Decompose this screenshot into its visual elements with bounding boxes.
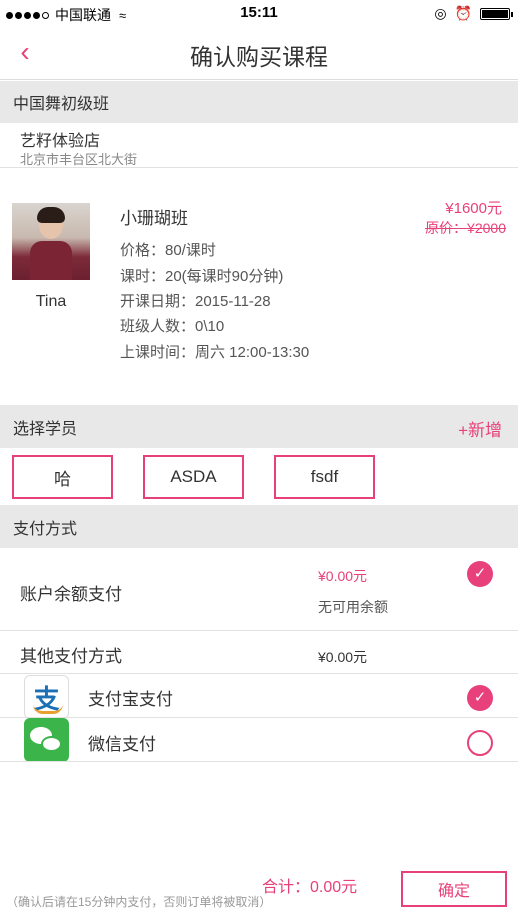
divider xyxy=(0,630,518,631)
add-student-button[interactable]: +新增 xyxy=(458,416,502,441)
class-name: 小珊瑚班 xyxy=(120,209,188,228)
alarm-icon: ⏰ xyxy=(454,5,472,21)
balance-payment-label: 账户余额支付 xyxy=(20,585,122,604)
battery-icon xyxy=(480,7,513,20)
divider xyxy=(0,167,518,168)
checkmark-icon: ✓ xyxy=(473,565,487,582)
teacher-name: Tina xyxy=(35,293,67,310)
orientation-lock-icon: ◎ xyxy=(434,5,447,21)
checkmark-icon: ✓ xyxy=(473,689,487,706)
alipay-label[interactable]: 支付宝支付 xyxy=(88,685,173,710)
student-section-header: 选择学员 xyxy=(0,405,518,448)
alipay-checkbox[interactable]: ✓ xyxy=(467,685,493,711)
other-payment-label: 其他支付方式 xyxy=(20,647,122,666)
student-chip[interactable]: 哈 xyxy=(12,455,113,499)
divider xyxy=(0,673,518,674)
divider xyxy=(0,761,518,762)
course-start-date: 开课日期：2015-11-28 xyxy=(120,293,271,310)
other-payment-amount: ¥0.00元 xyxy=(318,649,368,665)
payment-deadline-note: （确认后请在15分钟内支付，否则订单将被取消） xyxy=(6,895,272,909)
student-chip[interactable]: fsdf xyxy=(274,455,375,499)
balance-note: 无可用余额 xyxy=(318,599,388,615)
course-hours: 课时：20(每课时90分钟) xyxy=(120,268,284,285)
page-title: 确认购买课程 xyxy=(190,44,328,70)
student-chip[interactable]: ASDA xyxy=(143,455,244,499)
teacher-photo xyxy=(12,203,90,280)
course-capacity: 班级人数：0\10 xyxy=(120,318,225,335)
status-indicators: ◎ ⏰ xyxy=(434,5,513,22)
order-total: 合计：0.00元 xyxy=(262,879,358,896)
wechat-icon xyxy=(24,718,69,762)
nav-bar: ‹ 确认购买课程 xyxy=(0,26,518,80)
store-address: 北京市丰台区北大街 xyxy=(20,152,138,167)
alipay-icon: 支 xyxy=(24,675,69,719)
wechat-pay-label[interactable]: 微信支付 xyxy=(88,730,156,755)
confirm-button[interactable]: 确定 xyxy=(401,871,507,907)
course-schedule: 上课时间：周六 12:00-13:30 xyxy=(120,344,310,361)
payment-section-header: 支付方式 xyxy=(0,505,518,548)
original-price: 原价：¥2000 xyxy=(425,220,506,236)
wechat-pay-checkbox[interactable] xyxy=(467,730,493,756)
course-category-header: 中国舞初级班 xyxy=(0,81,518,123)
balance-checkbox[interactable]: ✓ xyxy=(467,561,493,587)
divider xyxy=(0,717,518,718)
course-price-per-hour: 价格：80/课时 xyxy=(120,242,216,259)
store-name: 艺籽体验店 xyxy=(20,133,101,150)
status-bar: 中国联通 ≈ 15:11 ◎ ⏰ xyxy=(0,0,518,26)
balance-amount: ¥0.00元 xyxy=(318,568,368,584)
current-price: ¥1600元 xyxy=(445,200,502,217)
